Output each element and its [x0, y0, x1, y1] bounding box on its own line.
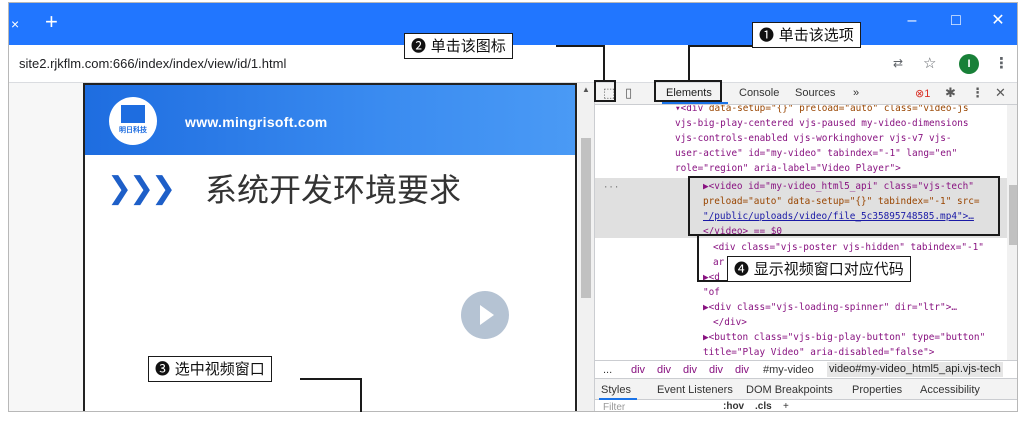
- tab-accessibility[interactable]: Accessibility: [920, 384, 980, 396]
- class-toggle[interactable]: .cls: [755, 401, 772, 411]
- filter-input[interactable]: Filter: [603, 402, 625, 411]
- elements-scrollbar[interactable]: [1007, 105, 1017, 360]
- elements-tab-highlight: [654, 80, 722, 102]
- star-icon[interactable]: ☆: [923, 54, 936, 72]
- code-line[interactable]: <div class="vjs-poster vjs-hidden" tabin…: [713, 240, 984, 255]
- chevron-right-icon: ❯: [151, 172, 177, 205]
- code-line[interactable]: title="Play Video" aria-disabled="false"…: [703, 345, 934, 360]
- tab-styles[interactable]: Styles: [601, 384, 631, 396]
- minimize-button[interactable]: –: [897, 11, 927, 31]
- callout-step-1: ❶ 单击该选项: [752, 22, 861, 48]
- callout-connector: [688, 45, 754, 47]
- inspect-icon-highlight: [594, 80, 616, 102]
- error-count-badge[interactable]: ⊗1: [915, 87, 930, 100]
- callout-connector: [360, 378, 362, 412]
- breadcrumb-item[interactable]: div: [735, 364, 749, 376]
- selected-code-highlight: [688, 176, 1000, 236]
- logo: 明日科技: [109, 97, 157, 145]
- callout-step-2: ❷ 单击该图标: [404, 33, 513, 59]
- breadcrumb-item[interactable]: ...: [603, 364, 612, 376]
- site-url-text: www.mingrisoft.com: [185, 114, 328, 130]
- callout-connector: [556, 45, 604, 47]
- scroll-up-icon[interactable]: ▲: [582, 85, 590, 94]
- callout-step-3: ❸ 选中视频窗口: [148, 356, 272, 382]
- translate-icon[interactable]: ⇄: [893, 56, 903, 70]
- logo-mark-icon: [121, 105, 145, 123]
- device-toolbar-icon[interactable]: ▯: [625, 85, 632, 101]
- slide-title: 系统开发环境要求: [205, 171, 462, 209]
- kebab-menu-icon[interactable]: ⋮: [971, 85, 984, 101]
- breadcrumb-item-selected[interactable]: video#my-video_html5_api.vjs-tech: [827, 362, 1003, 377]
- callout-step-4: ❹ 显示视频窗口对应代码: [727, 256, 911, 282]
- add-rule-button[interactable]: +: [783, 401, 789, 411]
- callout-connector: [603, 45, 605, 81]
- callout-connector: [697, 236, 699, 282]
- avatar[interactable]: I: [959, 54, 979, 74]
- active-tab-indicator: [662, 102, 728, 104]
- callout-connector: [688, 45, 690, 81]
- play-icon: [480, 305, 494, 325]
- more-tabs-button[interactable]: »: [853, 87, 859, 99]
- logo-text: 明日科技: [119, 127, 147, 134]
- tab-strip: × + – □ ✕: [9, 3, 1017, 45]
- play-button[interactable]: [461, 291, 509, 339]
- hover-state-toggle[interactable]: :hov: [723, 401, 744, 411]
- code-line[interactable]: vjs-controls-enabled vjs-workinghover vj…: [675, 131, 952, 146]
- slide-header: 明日科技 www.mingrisoft.com: [85, 85, 575, 155]
- gear-icon[interactable]: ✱: [945, 85, 956, 101]
- new-tab-button[interactable]: +: [45, 10, 58, 34]
- breadcrumb-item[interactable]: div: [631, 364, 645, 376]
- tab-console[interactable]: Console: [739, 87, 779, 99]
- tab-properties[interactable]: Properties: [852, 384, 902, 396]
- tab-event-listeners[interactable]: Event Listeners: [657, 384, 733, 396]
- close-icon[interactable]: ✕: [995, 85, 1006, 101]
- close-tab-icon[interactable]: ×: [11, 16, 19, 32]
- code-line[interactable]: ▾<div data-setup="{}" preload="auto" cla…: [675, 105, 969, 116]
- code-line[interactable]: ▶<button class="vjs-big-play-button" typ…: [703, 330, 985, 345]
- scrollbar-thumb[interactable]: [581, 138, 591, 298]
- breadcrumb-item[interactable]: div: [683, 364, 697, 376]
- maximize-button[interactable]: □: [941, 11, 971, 31]
- kebab-menu-icon[interactable]: ⋮: [994, 54, 1009, 72]
- devtools-panel: ⬚ ▯ Elements Console Sources » ⊗1 ✱ ⋮ ✕ …: [594, 83, 1017, 411]
- node-ellipsis[interactable]: ···: [603, 181, 619, 196]
- breadcrumb-item[interactable]: div: [709, 364, 723, 376]
- styles-tabs: Styles Event Listeners DOM Breakpoints P…: [595, 378, 1017, 400]
- styles-filter-row: Filter :hov .cls +: [595, 400, 1017, 411]
- page-scrollbar[interactable]: ▲: [578, 83, 594, 411]
- code-line[interactable]: ar: [713, 255, 724, 270]
- url-field[interactable]: site2.rjkflm.com:666/index/index/view/id…: [19, 56, 286, 71]
- close-window-button[interactable]: ✕: [983, 11, 1013, 31]
- address-bar: site2.rjkflm.com:666/index/index/view/id…: [9, 45, 1017, 83]
- code-line[interactable]: ▶<div class="vjs-loading-spinner" dir="l…: [703, 300, 957, 315]
- code-line[interactable]: user-active" id="my-video" tabindex="-1"…: [675, 146, 957, 161]
- callout-connector: [300, 378, 362, 380]
- tab-dom-breakpoints[interactable]: DOM Breakpoints: [746, 384, 833, 396]
- tab-sources[interactable]: Sources: [795, 87, 835, 99]
- breadcrumb: ... div div div div div #my-video video#…: [595, 360, 1017, 378]
- error-count: 1: [924, 88, 931, 100]
- breadcrumb-item[interactable]: #my-video: [763, 364, 814, 376]
- code-line[interactable]: role="region" aria-label="Video Player">: [675, 161, 901, 176]
- breadcrumb-item[interactable]: div: [657, 364, 671, 376]
- scrollbar-thumb[interactable]: [1009, 185, 1017, 245]
- code-line[interactable]: "of: [703, 285, 720, 300]
- code-line[interactable]: ▶<d: [703, 270, 720, 285]
- code-line[interactable]: vjs-big-play-centered vjs-paused my-vide…: [675, 116, 969, 131]
- callout-connector: [697, 280, 727, 282]
- code-line[interactable]: </div>: [713, 315, 747, 330]
